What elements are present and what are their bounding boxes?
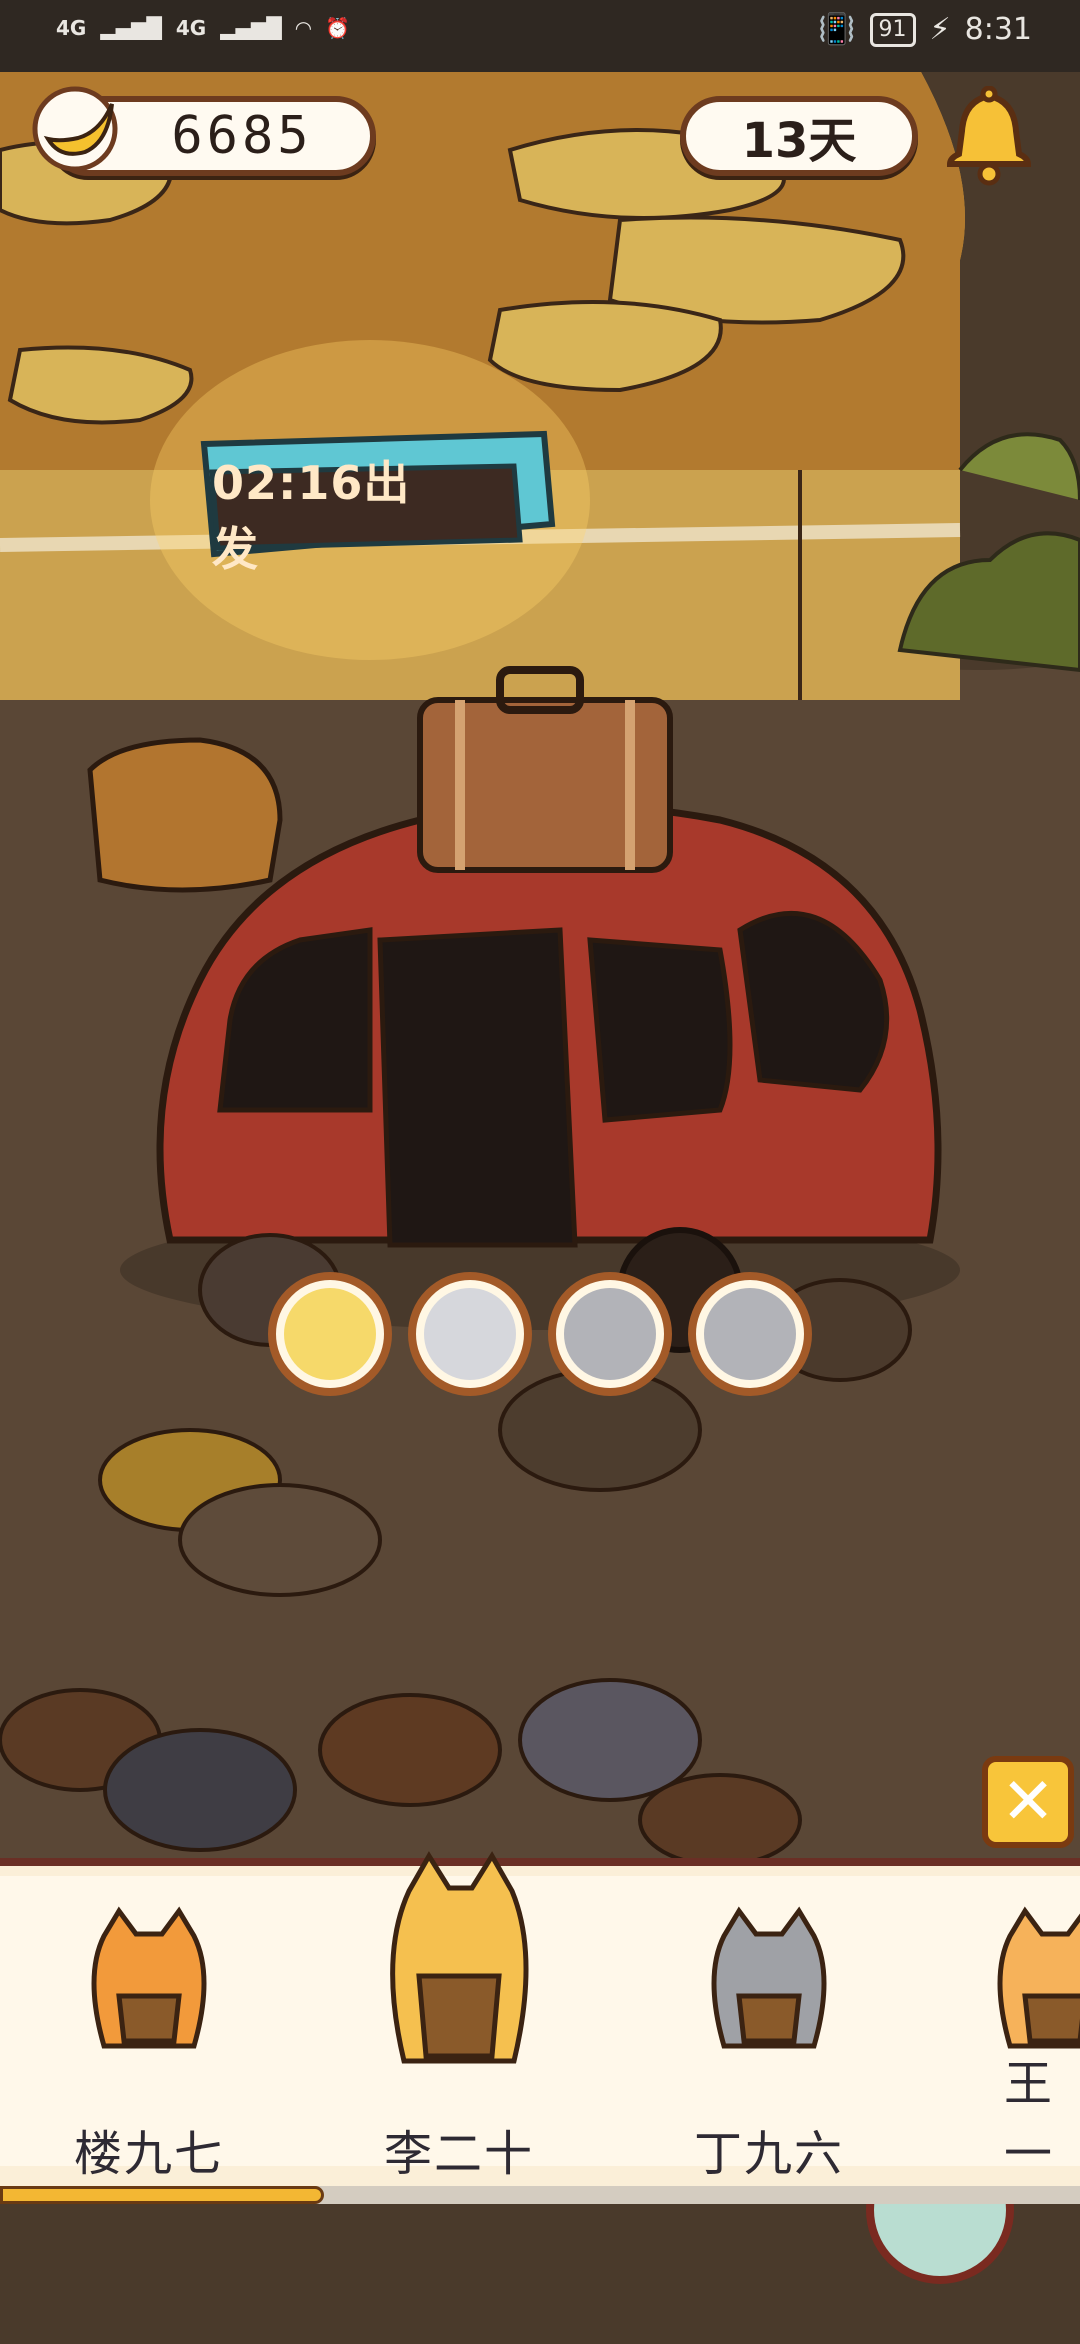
day-count: 13天 [741, 113, 857, 169]
slot-avatar-3[interactable] [548, 1272, 672, 1396]
cat-face-icon [564, 1288, 656, 1380]
bell-icon[interactable] [944, 86, 1034, 186]
cat-portrait-icon [390, 1851, 529, 2064]
battery-level: 91 [869, 12, 916, 47]
cat-list: 楼九七 李二十 丁九六 王一 [0, 1851, 1080, 2182]
coin-amount: 6685 [171, 106, 313, 166]
signal-icon-1: ▂▄▆█ [100, 16, 162, 40]
cat-portrait-icon [997, 1906, 1080, 2049]
slot-avatar-4[interactable] [688, 1272, 812, 1396]
status-left: 4G ▂▄▆█ 4G ▂▄▆█ ◠ ⏰ [56, 16, 350, 40]
banana-icon [32, 86, 118, 172]
cat-name: 李二十 [383, 2126, 534, 2182]
cat-card-1[interactable]: 楼九七 [34, 1896, 264, 2196]
clock: 8:31 [964, 12, 1032, 47]
signal-icon-2: ▂▄▆█ [220, 16, 282, 40]
cat-portrait-icon [91, 1906, 207, 2049]
cat-face-icon [424, 1288, 516, 1380]
cat-selector-tray: 楼九七 李二十 丁九六 王一 [0, 1851, 1080, 2194]
cat-name: 丁九六 [693, 2126, 844, 2182]
slot-avatar-1[interactable] [268, 1272, 392, 1396]
wifi-icon: ◠ [295, 16, 312, 40]
scroll-progress-fill [0, 2186, 324, 2204]
cat-name: 楼九七 [73, 2126, 224, 2182]
slot-avatar-2[interactable] [408, 1272, 532, 1396]
network-4g-2: 4G [175, 16, 207, 40]
day-counter[interactable]: 13天 [680, 96, 918, 176]
vibrate-icon: 📳 [818, 12, 856, 47]
cat-face-icon [704, 1288, 796, 1380]
cat-card-2[interactable]: 李二十 [344, 1851, 574, 2196]
charging-icon: ⚡ [929, 12, 951, 47]
status-right: 📳 91 ⚡ 8:31 [818, 12, 1032, 47]
departure-timer: 02:16出发 [212, 456, 411, 576]
scroll-progress[interactable] [0, 2186, 1080, 2204]
status-bar: 4G ▂▄▆█ 4G ▂▄▆█ ◠ ⏰ 📳 91 ⚡ 8:31 [0, 0, 1080, 72]
cat-portrait-icon [711, 1906, 827, 2049]
close-button[interactable]: ✕ [982, 1756, 1074, 1848]
cat-card-4[interactable]: 王一 [960, 1896, 1080, 2196]
close-icon: ✕ [1001, 1765, 1055, 1839]
cat-face-icon [284, 1288, 376, 1380]
network-4g-1: 4G [56, 16, 87, 40]
cat-name: 王一 [1004, 2056, 1055, 2182]
alarm-icon: ⏰ [325, 16, 351, 40]
cat-card-3[interactable]: 丁九六 [654, 1896, 884, 2196]
